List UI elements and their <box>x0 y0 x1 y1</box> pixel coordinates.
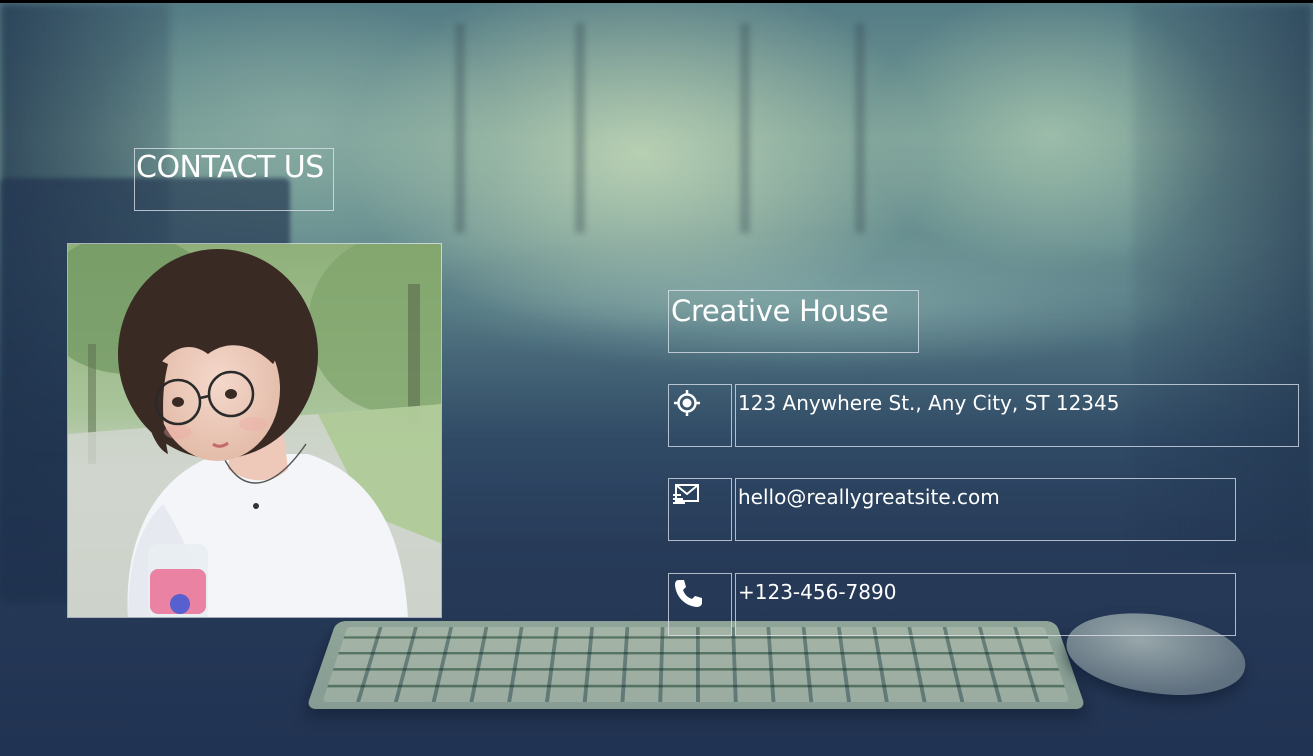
email-icon-box <box>668 478 732 541</box>
profile-photo <box>67 243 442 618</box>
phone-icon <box>675 580 702 607</box>
phone-text: +123-456-7890 <box>735 573 1236 636</box>
address-text: 123 Anywhere St., Any City, ST 12345 <box>735 384 1299 447</box>
profile-photo-image <box>68 244 441 617</box>
email-text: hello@reallygreatsite.com <box>735 478 1236 541</box>
phone-icon-box <box>668 573 732 636</box>
page-title: CONTACT US <box>134 148 334 211</box>
company-name: Creative House <box>668 290 919 353</box>
contact-slide: CONTACT US Creative House 123 Anywhere S… <box>0 0 1313 756</box>
location-icon-box <box>668 384 732 447</box>
location-target-icon <box>674 390 700 416</box>
email-icon <box>673 484 699 504</box>
